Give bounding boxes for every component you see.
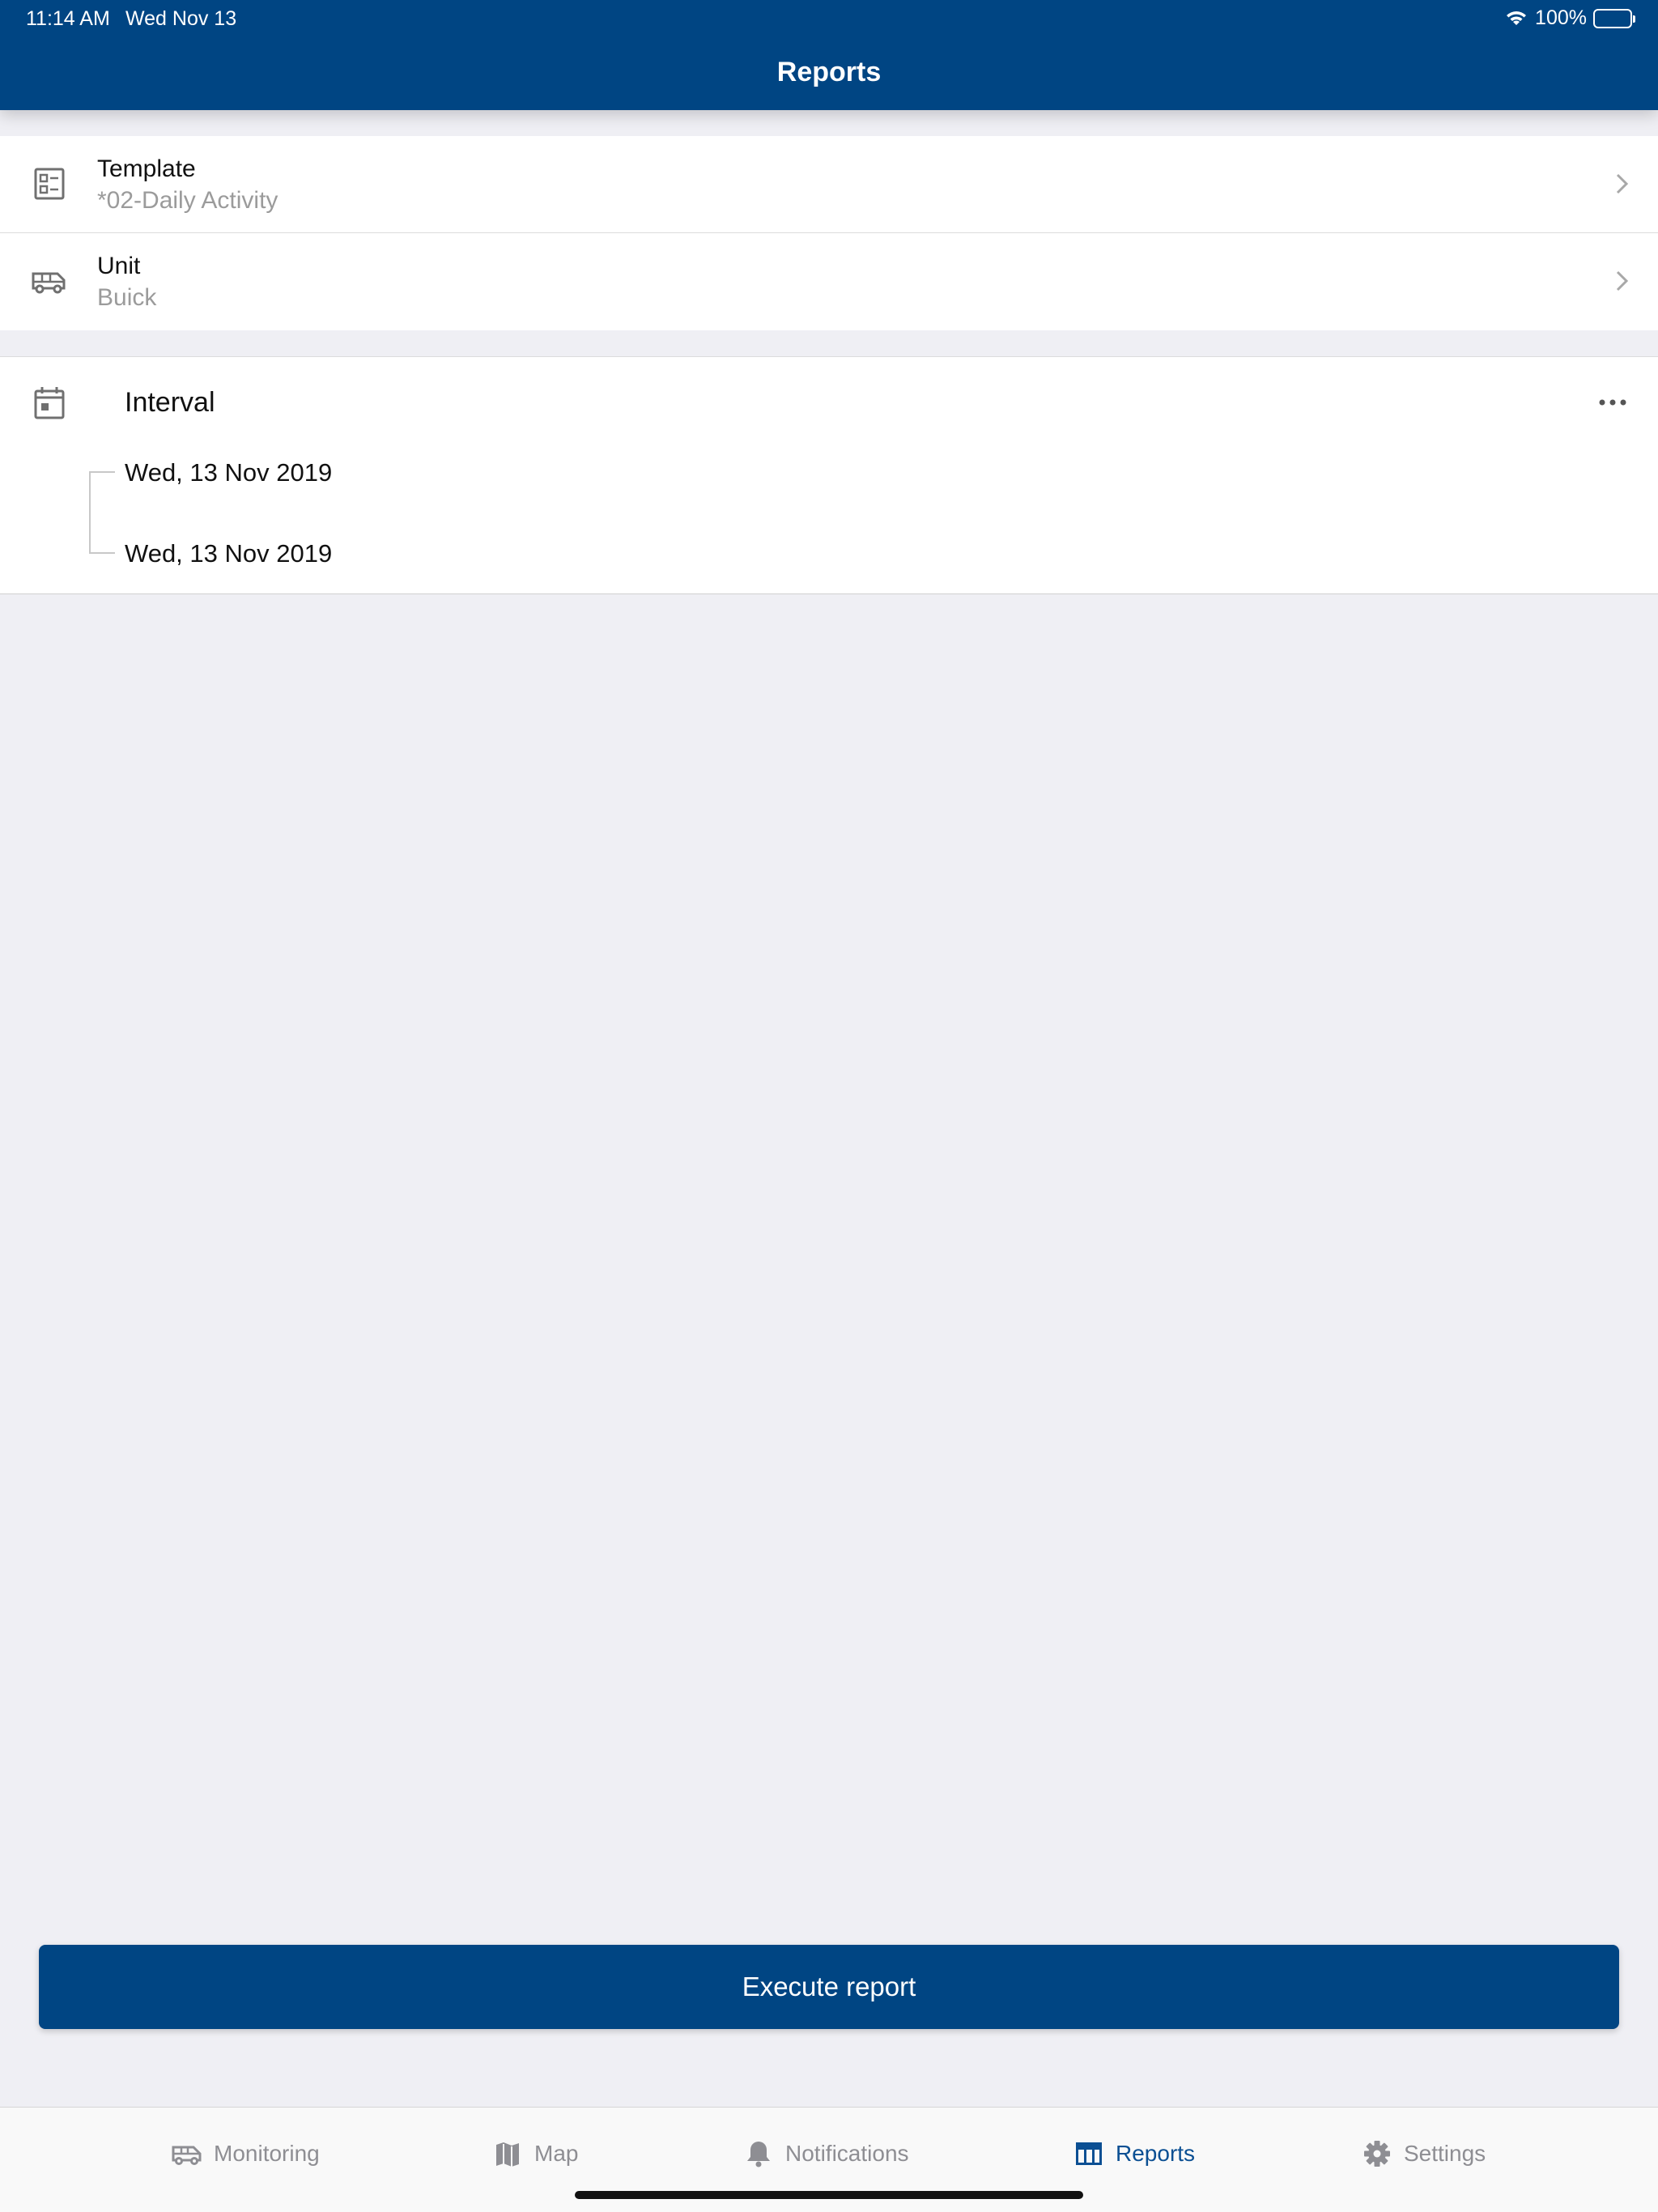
template-value: *02-Daily Activity [97,187,278,214]
unit-row[interactable]: Unit Buick [0,233,1658,330]
map-icon [496,2142,519,2167]
battery-percent: 100% [1535,6,1587,29]
tab-monitoring-label: Monitoring [214,2141,320,2166]
calendar-icon [34,387,65,419]
battery-icon [1593,8,1635,28]
interval-start-date[interactable]: Wed, 13 Nov 2019 [125,458,332,487]
unit-text: Unit Buick [97,251,156,314]
chevron-right-icon [1616,270,1629,291]
chevron-right-icon [1616,173,1629,194]
home-indicator [575,2191,1083,2199]
unit-value: Buick [97,284,157,311]
status-date: Wed Nov 13 [125,7,237,30]
tab-map-label: Map [534,2141,579,2166]
gear-icon [1364,2141,1390,2167]
tab-settings[interactable]: Settings [1362,2137,1486,2171]
unit-label: Unit [97,253,141,279]
status-indicators: 100% [1504,6,1635,30]
bell-icon [747,2142,770,2167]
interval-end-date[interactable]: Wed, 13 Nov 2019 [125,539,332,568]
tab-notifications[interactable]: Notifications [743,2137,909,2171]
tab-monitoring[interactable]: Monitoring [172,2137,320,2171]
more-options-icon[interactable] [1598,397,1627,408]
tab-map[interactable]: Map [492,2137,578,2171]
interval-bracket [89,471,115,554]
template-icon [34,168,65,200]
van-icon [172,2146,202,2165]
interval-label: Interval [125,387,215,418]
execute-report-button[interactable]: Execute report [39,1945,1619,2029]
template-row[interactable]: Template *02-Daily Activity [0,136,1658,233]
tab-reports-label: Reports [1116,2141,1196,2166]
tab-settings-label: Settings [1404,2141,1486,2166]
van-icon [32,272,66,294]
template-label: Template [97,155,196,182]
tab-notifications-label: Notifications [785,2141,909,2166]
status-time: 11:14 AM [26,7,110,30]
page-title: Reports [776,57,882,87]
template-text: Template *02-Daily Activity [97,154,278,217]
wifi-icon [1507,11,1527,25]
table-icon [1076,2142,1102,2165]
nav-header: 11:14 AM Wed Nov 13 100% Reports [0,0,1658,110]
reports-screen: 11:14 AM Wed Nov 13 100% Reports Templat… [0,0,1658,2212]
tab-reports[interactable]: Reports [1073,2137,1195,2171]
report-params-group: Template *02-Daily Activity Unit Buick [0,136,1658,330]
